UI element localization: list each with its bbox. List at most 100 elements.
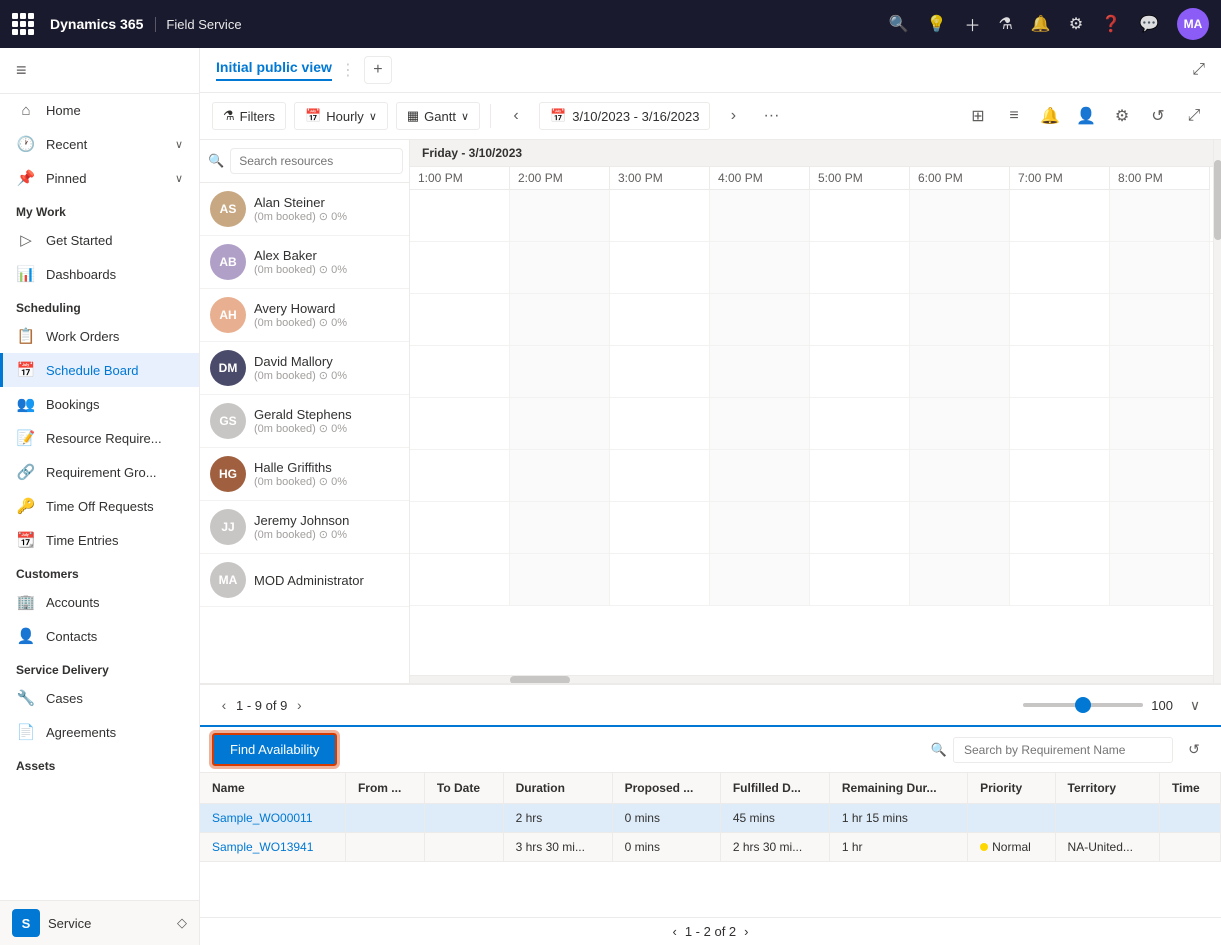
- user-avatar[interactable]: MA: [1177, 8, 1209, 40]
- chat-icon[interactable]: 💬: [1139, 14, 1159, 34]
- table-row[interactable]: Sample_WO13941 3 hrs 30 mi... 0 mins 2 h…: [200, 833, 1221, 862]
- sidebar-item-time-off-requests[interactable]: 🔑 Time Off Requests: [0, 489, 199, 523]
- gantt-cell[interactable]: [410, 398, 510, 449]
- gantt-cell[interactable]: [1010, 190, 1110, 241]
- requirement-search-input[interactable]: [953, 737, 1173, 763]
- add-view-button[interactable]: +: [364, 56, 392, 84]
- gantt-cell[interactable]: [710, 398, 810, 449]
- refresh-icon[interactable]: ↺: [1143, 101, 1173, 131]
- gantt-cell[interactable]: [410, 242, 510, 293]
- notifications-icon[interactable]: 🔔: [1035, 101, 1065, 131]
- gantt-cell[interactable]: [1110, 450, 1210, 501]
- req-name-cell[interactable]: Sample_WO00011: [200, 804, 345, 833]
- gantt-cell[interactable]: [1110, 242, 1210, 293]
- resource-item[interactable]: AH Avery Howard (0m booked) ⊙ 0%: [200, 289, 409, 342]
- next-req-page[interactable]: ›: [744, 924, 748, 939]
- gantt-cell[interactable]: [710, 190, 810, 241]
- resource-item[interactable]: GS Gerald Stephens (0m booked) ⊙ 0%: [200, 395, 409, 448]
- gantt-cell[interactable]: [1110, 554, 1210, 605]
- gantt-cell[interactable]: [610, 554, 710, 605]
- sidebar-item-schedule-board[interactable]: 📅 Schedule Board: [0, 353, 199, 387]
- zoom-slider[interactable]: [1023, 703, 1143, 707]
- sidebar-item-requirement-groups[interactable]: 🔗 Requirement Gro...: [0, 455, 199, 489]
- sidebar-item-agreements[interactable]: 📄 Agreements: [0, 715, 199, 749]
- gantt-cell[interactable]: [410, 502, 510, 553]
- gantt-cell[interactable]: [810, 242, 910, 293]
- gantt-cell[interactable]: [910, 346, 1010, 397]
- gantt-cell[interactable]: [510, 554, 610, 605]
- view-tab-initial-public[interactable]: Initial public view: [216, 59, 332, 81]
- fullscreen-icon[interactable]: ⤢: [1179, 101, 1209, 131]
- sidebar-item-contacts[interactable]: 👤 Contacts: [0, 619, 199, 653]
- gantt-cell[interactable]: [910, 554, 1010, 605]
- more-options-button[interactable]: ···: [756, 101, 786, 131]
- gantt-cell[interactable]: [710, 242, 810, 293]
- gantt-cell[interactable]: [510, 346, 610, 397]
- gantt-cell[interactable]: [1010, 450, 1110, 501]
- help-icon[interactable]: ❓: [1101, 14, 1121, 34]
- lightbulb-icon[interactable]: 💡: [927, 14, 947, 34]
- vertical-scrollbar[interactable]: [1213, 140, 1221, 683]
- gantt-cell[interactable]: [510, 450, 610, 501]
- sidebar-item-work-orders[interactable]: 📋 Work Orders: [0, 319, 199, 353]
- gantt-cell[interactable]: [610, 398, 710, 449]
- sidebar-toggle[interactable]: ≡: [0, 48, 199, 94]
- gantt-cell[interactable]: [410, 346, 510, 397]
- gantt-cell[interactable]: [510, 190, 610, 241]
- gantt-cell[interactable]: [1110, 294, 1210, 345]
- collapse-bottom-panel[interactable]: ∨: [1181, 691, 1209, 719]
- req-name-cell[interactable]: Sample_WO13941: [200, 833, 345, 862]
- gantt-cell[interactable]: [810, 450, 910, 501]
- gantt-button[interactable]: ▦ Gantt ∨: [396, 102, 480, 130]
- plus-icon[interactable]: ＋: [965, 12, 981, 36]
- funnel-icon[interactable]: ⚗: [999, 14, 1013, 34]
- gantt-cell[interactable]: [810, 294, 910, 345]
- resource-item[interactable]: MA MOD Administrator: [200, 554, 409, 607]
- gantt-cell[interactable]: [1010, 294, 1110, 345]
- next-date-button[interactable]: ›: [718, 101, 748, 131]
- find-availability-button[interactable]: Find Availability: [212, 733, 337, 766]
- gantt-cell[interactable]: [610, 502, 710, 553]
- app-expand-icon[interactable]: ◇: [177, 915, 187, 931]
- gantt-cell[interactable]: [1110, 190, 1210, 241]
- gantt-cell[interactable]: [1110, 346, 1210, 397]
- sidebar-item-recent[interactable]: 🕐 Recent ∨: [0, 127, 199, 161]
- gantt-cell[interactable]: [710, 450, 810, 501]
- gantt-cell[interactable]: [410, 554, 510, 605]
- req-name-link[interactable]: Sample_WO00011: [212, 811, 313, 825]
- gantt-cell[interactable]: [910, 294, 1010, 345]
- bell-icon[interactable]: 🔔: [1031, 14, 1051, 34]
- next-page-button[interactable]: ›: [287, 693, 311, 717]
- gantt-cell[interactable]: [710, 502, 810, 553]
- gantt-cell[interactable]: [610, 346, 710, 397]
- search-resources-input[interactable]: [230, 148, 403, 174]
- gantt-cell[interactable]: [1010, 398, 1110, 449]
- gantt-cell[interactable]: [510, 242, 610, 293]
- gantt-cell[interactable]: [410, 190, 510, 241]
- date-range-picker[interactable]: 📅 3/10/2023 - 3/16/2023: [539, 102, 710, 130]
- gantt-cell[interactable]: [1010, 502, 1110, 553]
- gantt-cell[interactable]: [810, 554, 910, 605]
- gantt-cell[interactable]: [710, 554, 810, 605]
- prev-req-page[interactable]: ‹: [673, 924, 677, 939]
- resource-item[interactable]: DM David Mallory (0m booked) ⊙ 0%: [200, 342, 409, 395]
- gantt-cell[interactable]: [710, 294, 810, 345]
- gantt-cell[interactable]: [410, 450, 510, 501]
- gantt-cell[interactable]: [1010, 242, 1110, 293]
- gantt-cell[interactable]: [510, 398, 610, 449]
- waffle-icon[interactable]: [12, 13, 34, 35]
- expand-icon[interactable]: ⤢: [1192, 61, 1205, 78]
- gantt-cell[interactable]: [1010, 346, 1110, 397]
- sidebar-item-bookings[interactable]: 👥 Bookings: [0, 387, 199, 421]
- gantt-cell[interactable]: [1010, 554, 1110, 605]
- resource-icon[interactable]: 👤: [1071, 101, 1101, 131]
- settings-board-icon[interactable]: ⚙: [1107, 101, 1137, 131]
- gantt-cell[interactable]: [410, 294, 510, 345]
- sidebar-item-cases[interactable]: 🔧 Cases: [0, 681, 199, 715]
- sidebar-item-time-entries[interactable]: 📆 Time Entries: [0, 523, 199, 557]
- sidebar-item-pinned[interactable]: 📌 Pinned ∨: [0, 161, 199, 195]
- filters-button[interactable]: ⚗ Filters: [212, 102, 286, 130]
- prev-page-button[interactable]: ‹: [212, 693, 236, 717]
- gantt-cell[interactable]: [510, 294, 610, 345]
- table-row[interactable]: Sample_WO00011 2 hrs 0 mins 45 mins 1 hr…: [200, 804, 1221, 833]
